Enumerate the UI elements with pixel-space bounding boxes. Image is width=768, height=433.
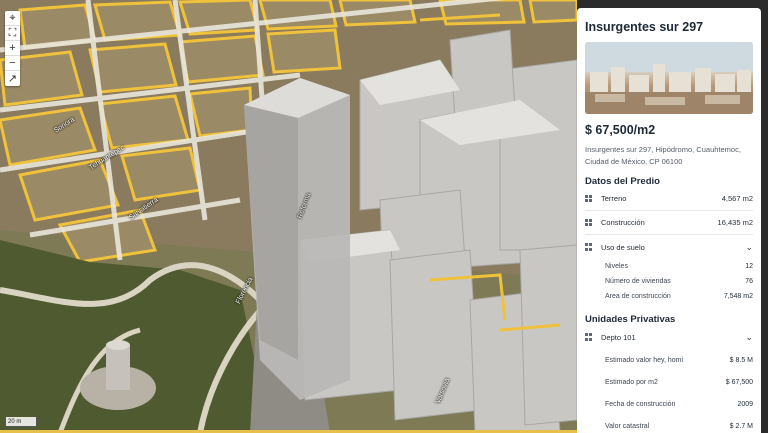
valor-catastral-label: Valor catastral bbox=[605, 422, 650, 430]
valor-catastral-value: $ 2.7 M bbox=[729, 422, 753, 430]
grid-icon bbox=[585, 194, 593, 203]
property-photo bbox=[585, 42, 753, 114]
depto-label: Depto 101 bbox=[601, 332, 636, 342]
predio-section-title: Datos del Predio bbox=[585, 176, 660, 187]
terreno-label: Terreno bbox=[601, 194, 627, 203]
map-scale: 20 m bbox=[5, 417, 37, 427]
valor-catastral-row: Valor catastral $ 2.7 M bbox=[585, 415, 753, 433]
fullscreen-icon[interactable]: ⛶ bbox=[5, 26, 20, 41]
construccion-label: Construcción bbox=[601, 218, 645, 227]
viviendas-row: Número de viviendas 76 bbox=[585, 274, 753, 289]
niveles-label: Niveles bbox=[605, 263, 628, 270]
niveles-row: Niveles 12 bbox=[585, 259, 753, 274]
valor-estimado-value: $ 8.5 M bbox=[729, 356, 753, 364]
estimado-m2-value: $ 67,500 bbox=[725, 378, 753, 386]
grid-icon bbox=[585, 243, 593, 251]
estimado-m2-row: Estimado por m2 $ 67,500 bbox=[585, 371, 753, 393]
map-view[interactable]: Sonora Tehuantepec Salvatierra Florencia… bbox=[0, 0, 577, 433]
niveles-value: 12 bbox=[745, 263, 753, 270]
map-3d-scene[interactable] bbox=[0, 0, 577, 433]
viviendas-value: 76 bbox=[745, 278, 753, 285]
property-address: Insurgentes sur 297, Hipódromo, Cuauhtem… bbox=[585, 145, 741, 166]
map-controls: ⌖ ⛶ + − ↗ bbox=[5, 11, 20, 86]
property-panel: Insurgentes sur 297 $ 67,500/m2 Insurgen… bbox=[577, 8, 761, 433]
uso-suelo-label: Uso de suelo bbox=[601, 242, 645, 252]
chevron-down-icon[interactable]: ⌄ bbox=[745, 332, 753, 343]
property-price: $ 67,500/m2 bbox=[585, 123, 656, 137]
chevron-down-icon[interactable]: ⌄ bbox=[745, 242, 753, 253]
fecha-construccion-value: 2009 bbox=[737, 400, 753, 408]
fecha-construccion-label: Fecha de construcción bbox=[605, 400, 676, 408]
construccion-row: Construcción 16,435 m2 bbox=[585, 211, 753, 235]
zoom-in-icon[interactable]: + bbox=[5, 41, 20, 56]
grid-icon bbox=[585, 218, 593, 227]
fecha-construccion-row: Fecha de construcción 2009 bbox=[585, 393, 753, 415]
terreno-row: Terreno 4,567 m2 bbox=[585, 187, 753, 211]
area-construccion-label: Area de construcción bbox=[605, 293, 671, 300]
construccion-value: 16,435 m2 bbox=[717, 218, 753, 227]
valor-estimado-label: Estimado valor hey, homi bbox=[605, 356, 684, 364]
locate-icon[interactable]: ⌖ bbox=[5, 11, 20, 26]
compass-icon[interactable]: ↗ bbox=[5, 71, 20, 86]
privativas-section-title: Unidades Privativas bbox=[585, 314, 676, 325]
area-construccion-value: 7,548 m2 bbox=[723, 293, 753, 300]
area-construccion-row: Area de construcción 7,548 m2 bbox=[585, 289, 753, 304]
uso-suelo-toggle[interactable]: Uso de suelo ⌄ bbox=[585, 235, 753, 259]
terreno-value: 4,567 m2 bbox=[721, 194, 753, 203]
grid-icon bbox=[585, 333, 593, 341]
property-title: Insurgentes sur 297 bbox=[585, 20, 704, 34]
estimado-m2-label: Estimado por m2 bbox=[605, 378, 658, 386]
depto-toggle[interactable]: Depto 101 ⌄ bbox=[585, 325, 753, 349]
valor-estimado-row: Estimado valor hey, homi $ 8.5 M bbox=[585, 349, 753, 371]
zoom-out-icon[interactable]: − bbox=[5, 56, 20, 71]
viviendas-label: Número de viviendas bbox=[605, 278, 671, 285]
